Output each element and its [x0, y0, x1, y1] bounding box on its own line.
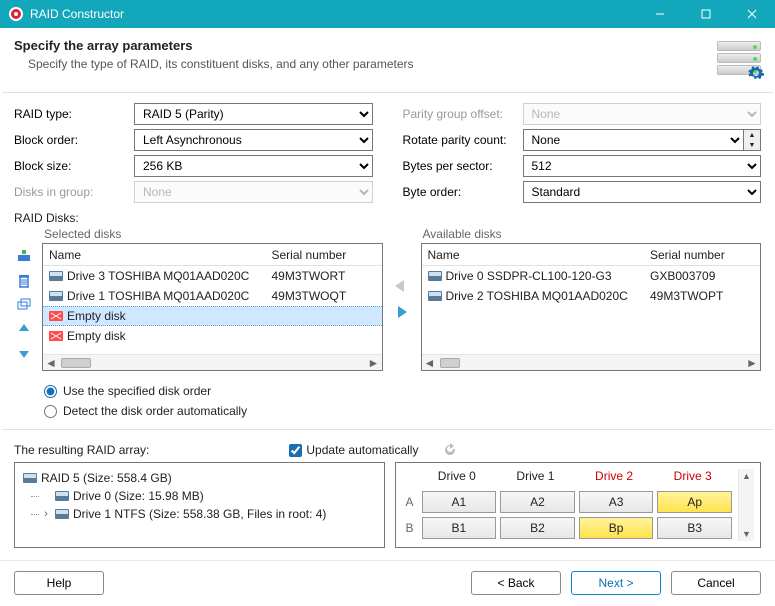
block-order-select[interactable]: Left Asynchronous: [134, 129, 373, 151]
col-serial: Serial number: [272, 248, 382, 262]
list-item[interactable]: Empty disk: [43, 306, 382, 326]
raid-type-select[interactable]: RAID 5 (Parity): [134, 103, 373, 125]
col-name: Name: [422, 248, 651, 262]
disk-icon: [47, 311, 65, 321]
tree-child-0: Drive 0 (Size: 15.98 MB): [73, 489, 204, 503]
move-down-button[interactable]: [14, 343, 34, 363]
disk-icon: [47, 291, 65, 301]
col-serial: Serial number: [650, 248, 760, 262]
list-item[interactable]: Drive 0 SSDPR-CL100-120-G3GXB003709: [422, 266, 761, 286]
available-disks-list[interactable]: NameSerial number Drive 0 SSDPR-CL100-12…: [421, 243, 762, 371]
add-disk-button[interactable]: [14, 247, 34, 267]
selected-hscroll[interactable]: ◄►: [43, 354, 382, 370]
matrix-cell: B2: [500, 517, 575, 539]
matrix-cell: Ap: [657, 491, 732, 513]
page-subtitle: Specify the type of RAID, its constituen…: [28, 57, 713, 71]
move-up-button[interactable]: [14, 319, 34, 339]
disk-icon: [23, 473, 37, 483]
use-specified-order-radio[interactable]: Use the specified disk order: [44, 381, 761, 401]
matrix-cell: A1: [422, 491, 497, 513]
page-header: Specify the array parameters Specify the…: [0, 28, 775, 92]
parity-offset-label: Parity group offset:: [403, 107, 523, 121]
col-name: Name: [43, 248, 272, 262]
next-button[interactable]: Next >: [571, 571, 661, 595]
back-button[interactable]: < Back: [471, 571, 561, 595]
list-item[interactable]: Drive 3 TOSHIBA MQ01AAD020C49M3TWORT: [43, 266, 382, 286]
refresh-icon[interactable]: [442, 442, 458, 458]
matrix-header: Drive 3: [653, 469, 732, 489]
bytes-per-sector-label: Bytes per sector:: [403, 159, 523, 173]
disk-icon: [47, 271, 65, 281]
app-icon: [8, 6, 24, 22]
raid-disks-label: RAID Disks:: [0, 207, 775, 225]
matrix-cell: B3: [657, 517, 732, 539]
spin-up-button[interactable]: ▲: [744, 130, 760, 140]
delete-disk-button[interactable]: [14, 271, 34, 291]
detect-order-auto-radio[interactable]: Detect the disk order automatically: [44, 401, 761, 421]
byte-order-select[interactable]: Standard: [523, 181, 762, 203]
close-button[interactable]: [729, 0, 775, 28]
matrix-header: Drive 1: [496, 469, 575, 489]
tree-root: RAID 5 (Size: 558.4 GB): [41, 471, 172, 485]
disks-in-group-label: Disks in group:: [14, 185, 134, 199]
cancel-button[interactable]: Cancel: [671, 571, 761, 595]
help-button[interactable]: Help: [14, 571, 104, 595]
gear-icon: [747, 64, 765, 82]
move-right-button[interactable]: [392, 304, 412, 320]
matrix-cell: B1: [422, 517, 497, 539]
available-disks-label: Available disks: [421, 227, 762, 241]
block-size-select[interactable]: 256 KB: [134, 155, 373, 177]
selected-disks-label: Selected disks: [42, 227, 383, 241]
list-item[interactable]: Drive 2 TOSHIBA MQ01AAD020C49M3TWOPT: [422, 286, 761, 306]
matrix-header: Drive 0: [418, 469, 497, 489]
minimize-button[interactable]: [637, 0, 683, 28]
titlebar: RAID Constructor: [0, 0, 775, 28]
selected-disks-list[interactable]: NameSerial number Drive 3 TOSHIBA MQ01AA…: [42, 243, 383, 371]
spin-down-button[interactable]: ▼: [744, 140, 760, 150]
block-order-label: Block order:: [14, 133, 134, 147]
window-title: RAID Constructor: [30, 7, 637, 21]
disk-icon: [426, 291, 444, 301]
bytes-per-sector-select[interactable]: 512: [523, 155, 762, 177]
matrix-header: Drive 2: [575, 469, 654, 489]
expand-icon[interactable]: ›: [41, 508, 51, 520]
disk-icon: [47, 331, 65, 341]
available-hscroll[interactable]: ◄►: [422, 354, 761, 370]
copy-disk-button[interactable]: [14, 295, 34, 315]
rotate-parity-select[interactable]: None: [523, 129, 745, 151]
list-item[interactable]: Drive 1 TOSHIBA MQ01AAD020C49M3TWOQT: [43, 286, 382, 306]
parity-offset-select: None: [523, 103, 762, 125]
resulting-array-label: The resulting RAID array:: [14, 443, 149, 457]
rotate-parity-label: Rotate parity count:: [403, 133, 523, 147]
raid-stack-icon: [713, 38, 761, 78]
matrix-cell: A2: [500, 491, 575, 513]
block-size-label: Block size:: [14, 159, 134, 173]
matrix-vscroll[interactable]: ▲▼: [738, 469, 754, 541]
update-auto-checkbox[interactable]: Update automatically: [289, 443, 418, 457]
move-left-button[interactable]: [392, 278, 412, 294]
matrix-cell: Bp: [579, 517, 654, 539]
parity-matrix: Drive 0Drive 1Drive 2Drive 3 AA1A2A3ApBB…: [395, 462, 762, 548]
result-tree[interactable]: RAID 5 (Size: 558.4 GB) Drive 0 (Size: 1…: [14, 462, 385, 548]
disk-icon: [426, 271, 444, 281]
disks-in-group-select: None: [134, 181, 373, 203]
byte-order-label: Byte order:: [403, 185, 523, 199]
tree-child-1: Drive 1 NTFS (Size: 558.38 GB, Files in …: [73, 507, 326, 521]
matrix-cell: A3: [579, 491, 654, 513]
raid-type-label: RAID type:: [14, 107, 134, 121]
page-title: Specify the array parameters: [14, 38, 713, 53]
list-item[interactable]: Empty disk: [43, 326, 382, 346]
maximize-button[interactable]: [683, 0, 729, 28]
